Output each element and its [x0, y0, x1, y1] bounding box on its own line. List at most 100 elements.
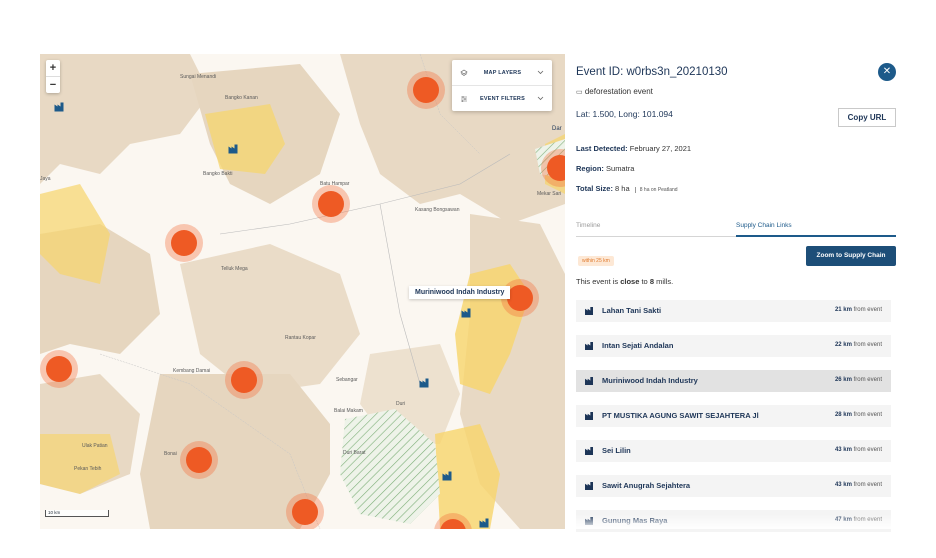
last-detected-value: February 27, 2021	[629, 144, 692, 153]
place-label: Jaya	[40, 176, 51, 182]
mill-list-item[interactable]: Sawit Anugrah Sejahtera 43 km from event	[576, 475, 891, 497]
mill-marker-icon[interactable]	[461, 308, 471, 318]
mill-marker-icon[interactable]	[54, 102, 64, 112]
map-controls-panel: MAP LAYERS EVENT FILTERS	[452, 60, 552, 111]
filter-sliders-icon	[461, 95, 467, 102]
place-label: Dar	[552, 126, 562, 132]
mill-distance-suffix: from event	[853, 307, 882, 313]
mill-marker-icon[interactable]	[479, 518, 489, 528]
mill-list: Lahan Tani Sakti 21 km from event Intan Se…	[576, 300, 891, 545]
mill-icon	[585, 412, 593, 420]
mill-list-item[interactable]: Muriniwood Indah Industry 26 km from even…	[576, 370, 891, 392]
place-label: Kasang Bongsawan	[415, 207, 460, 213]
distance-badge: within 25 km	[578, 256, 614, 266]
place-label: Bangko Kanan	[225, 95, 258, 101]
tab-timeline[interactable]: Timeline	[576, 222, 600, 229]
summary-suffix: mills.	[653, 277, 674, 286]
last-detected-label: Last Detected:	[576, 144, 628, 153]
map-view[interactable]: + − MAP LAYERS EVENT FILTERS Sungai Mena…	[40, 54, 565, 529]
chevron-down-icon	[537, 96, 544, 101]
event-cluster[interactable]	[312, 185, 350, 223]
place-label: Bangko Bakti	[203, 171, 233, 177]
mill-list-item[interactable]: Sei Lilin 43 km from event	[576, 440, 891, 462]
region-label: Region:	[576, 164, 604, 173]
mill-distance: 43 km from event	[835, 447, 882, 453]
mill-icon	[585, 447, 593, 455]
mill-tooltip: Muriniwood Indah Industry	[409, 286, 511, 299]
place-label: Mekar Sari	[537, 191, 562, 197]
close-button[interactable]: ✕	[878, 63, 896, 81]
event-details-panel: Event ID: w0rbs3n_20210130 ✕ ▭ deforesta…	[576, 54, 896, 532]
mill-name: Sei Lilin	[602, 446, 631, 455]
zoom-out-button[interactable]: −	[46, 76, 60, 93]
close-icon: ✕	[882, 66, 892, 77]
mill-distance-value: 22 km	[834, 342, 852, 348]
mill-distance-value: 43 km	[834, 482, 852, 488]
summary-prefix: This event is	[576, 277, 621, 286]
mill-count-summary: This event is close to 8 mills.	[576, 277, 673, 286]
place-label: Kembang Damai	[173, 368, 211, 374]
place-label: Sebangar	[336, 377, 358, 383]
scale-bar: 10 km	[45, 510, 109, 517]
event-cluster[interactable]	[165, 224, 203, 262]
mill-distance-value: 26 km	[834, 377, 852, 383]
mill-distance-suffix: from event	[853, 342, 882, 348]
tab-supply-chain-links[interactable]: Supply Chain Links	[736, 222, 792, 229]
event-type-label: deforestation event	[584, 87, 653, 96]
mill-marker-icon[interactable]	[228, 144, 238, 154]
chevron-down-icon	[537, 70, 544, 75]
mill-icon	[585, 482, 593, 490]
mill-name: Sawit Anugrah Sejahtera	[602, 481, 691, 490]
mill-distance: 26 km from event	[835, 377, 882, 383]
place-label: Bonai	[164, 451, 177, 457]
mill-distance: 28 km from event	[835, 412, 882, 418]
event-cluster[interactable]	[407, 71, 445, 109]
mill-list-item[interactable]: Lahan Tani Sakti 21 km from event	[576, 300, 891, 322]
summary-mid: to	[639, 277, 650, 286]
event-filters-label: EVENT FILTERS	[480, 95, 525, 102]
place-label: Pekan Tebih	[74, 466, 102, 472]
event-cluster[interactable]	[40, 350, 78, 388]
mill-distance: 21 km from event	[835, 307, 882, 313]
mill-marker-icon[interactable]	[442, 471, 452, 481]
event-coordinates: Lat: 1.500, Long: 101.094	[576, 109, 673, 119]
event-cluster[interactable]	[180, 441, 218, 479]
zoom-controls: + −	[46, 60, 60, 93]
mill-distance-value: 28 km	[834, 412, 852, 418]
mill-list-item[interactable]: PT MUSTIKA AGUNG SAWIT SEJAHTERA Jl 28 km…	[576, 405, 891, 427]
event-cluster[interactable]	[225, 361, 263, 399]
zoom-in-button[interactable]: +	[46, 60, 60, 76]
mill-distance-suffix: from event	[853, 412, 882, 418]
mill-name: Lahan Tani Sakti	[602, 306, 662, 315]
event-filters-toggle[interactable]: EVENT FILTERS	[452, 85, 552, 111]
mill-icon	[585, 377, 593, 385]
mill-name: Intan Sejati Andalan	[602, 341, 674, 350]
place-label: Balai Makam	[334, 408, 363, 414]
place-label: Telluk Mega	[221, 266, 248, 272]
event-cluster[interactable]	[286, 493, 324, 529]
mill-distance: 22 km from event	[835, 342, 882, 348]
total-size-value: 8 ha	[615, 184, 630, 193]
mill-name: Muriniwood Indah Industry	[602, 376, 698, 385]
map-layers-toggle[interactable]: MAP LAYERS	[452, 60, 552, 85]
active-tab-indicator	[736, 235, 896, 237]
place-label: Ulak Patian	[82, 443, 108, 449]
copy-url-button[interactable]: Copy URL	[838, 108, 896, 127]
total-size: Total Size: 8 ha 8 ha on Peatland	[576, 184, 678, 193]
zoom-to-supply-chain-button[interactable]: Zoom to Supply Chain	[806, 246, 896, 266]
event-type: ▭ deforestation event	[576, 87, 653, 96]
last-detected: Last Detected: February 27, 2021	[576, 144, 691, 153]
mill-name: PT MUSTIKA AGUNG SAWIT SEJAHTERA Jl	[602, 411, 759, 420]
list-fade	[576, 514, 896, 529]
mill-distance-suffix: from event	[853, 377, 882, 383]
place-label: Sungai Menandi	[180, 74, 217, 80]
mill-distance-suffix: from event	[853, 447, 882, 453]
mill-list-item[interactable]: Intan Sejati Andalan 22 km from event	[576, 335, 891, 357]
map-layers-label: MAP LAYERS	[483, 69, 522, 76]
mill-distance-value: 43 km	[834, 447, 852, 453]
peatland-size: 8 ha on Peatland	[634, 187, 678, 193]
mill-marker-icon[interactable]	[419, 378, 429, 388]
summary-close: close	[620, 277, 640, 286]
total-size-label: Total Size:	[576, 184, 613, 193]
region: Region: Sumatra	[576, 164, 634, 173]
